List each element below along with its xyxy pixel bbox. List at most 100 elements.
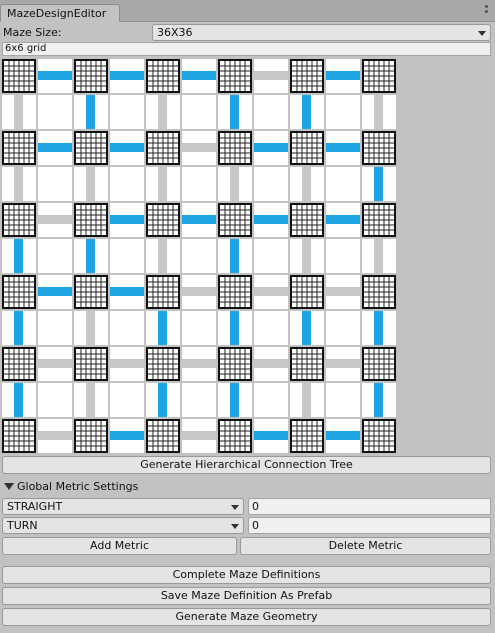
vertical-connection-toggle[interactable]	[146, 311, 180, 345]
vertical-connection-toggle[interactable]	[2, 383, 36, 417]
maze-node-cell[interactable]	[146, 203, 180, 237]
horizontal-connection-toggle[interactable]	[326, 275, 360, 309]
horizontal-connection-toggle[interactable]	[254, 347, 288, 381]
horizontal-connection-toggle[interactable]	[326, 347, 360, 381]
maze-node-cell[interactable]	[362, 59, 396, 93]
maze-node-cell[interactable]	[2, 275, 36, 309]
vertical-connection-toggle[interactable]	[2, 95, 36, 129]
vertical-connection-toggle[interactable]	[74, 167, 108, 201]
metric-value-field[interactable]: 0	[248, 517, 491, 534]
maze-node-cell[interactable]	[218, 131, 252, 165]
horizontal-connection-toggle[interactable]	[326, 203, 360, 237]
horizontal-connection-toggle[interactable]	[182, 59, 216, 93]
horizontal-connection-toggle[interactable]	[254, 275, 288, 309]
maze-node-cell[interactable]	[2, 203, 36, 237]
vertical-connection-toggle[interactable]	[218, 383, 252, 417]
vertical-connection-toggle[interactable]	[146, 383, 180, 417]
horizontal-connection-toggle[interactable]	[182, 131, 216, 165]
horizontal-connection-toggle[interactable]	[38, 275, 72, 309]
save-prefab-button[interactable]: Save Maze Definition As Prefab	[2, 587, 491, 605]
vertical-connection-toggle[interactable]	[146, 95, 180, 129]
horizontal-connection-toggle[interactable]	[182, 347, 216, 381]
horizontal-connection-toggle[interactable]	[38, 59, 72, 93]
horizontal-connection-toggle[interactable]	[182, 275, 216, 309]
maze-node-cell[interactable]	[290, 59, 324, 93]
vertical-connection-toggle[interactable]	[362, 311, 396, 345]
horizontal-connection-toggle[interactable]	[110, 131, 144, 165]
vertical-connection-toggle[interactable]	[2, 167, 36, 201]
global-metric-foldout[interactable]: Global Metric Settings	[4, 480, 138, 493]
maze-node-cell[interactable]	[362, 275, 396, 309]
generate-geometry-button[interactable]: Generate Maze Geometry	[2, 608, 491, 626]
maze-node-cell[interactable]	[290, 419, 324, 453]
vertical-connection-toggle[interactable]	[290, 383, 324, 417]
horizontal-connection-toggle[interactable]	[38, 419, 72, 453]
horizontal-connection-toggle[interactable]	[254, 419, 288, 453]
vertical-connection-toggle[interactable]	[290, 167, 324, 201]
maze-node-cell[interactable]	[146, 275, 180, 309]
maze-size-dropdown[interactable]: 36X36	[152, 24, 491, 41]
metric-type-dropdown[interactable]: STRAIGHT	[2, 498, 244, 515]
horizontal-connection-toggle[interactable]	[110, 59, 144, 93]
vertical-connection-toggle[interactable]	[146, 239, 180, 273]
maze-node-cell[interactable]	[74, 419, 108, 453]
maze-node-cell[interactable]	[2, 59, 36, 93]
vertical-connection-toggle[interactable]	[74, 383, 108, 417]
maze-node-cell[interactable]	[218, 59, 252, 93]
maze-node-cell[interactable]	[218, 275, 252, 309]
horizontal-connection-toggle[interactable]	[110, 275, 144, 309]
maze-node-cell[interactable]	[74, 59, 108, 93]
maze-node-cell[interactable]	[362, 347, 396, 381]
horizontal-connection-toggle[interactable]	[182, 419, 216, 453]
maze-node-cell[interactable]	[2, 131, 36, 165]
vertical-connection-toggle[interactable]	[362, 383, 396, 417]
horizontal-connection-toggle[interactable]	[110, 203, 144, 237]
vertical-connection-toggle[interactable]	[2, 239, 36, 273]
horizontal-connection-toggle[interactable]	[326, 131, 360, 165]
vertical-connection-toggle[interactable]	[146, 167, 180, 201]
maze-node-cell[interactable]	[74, 347, 108, 381]
maze-node-cell[interactable]	[290, 203, 324, 237]
vertical-connection-toggle[interactable]	[74, 311, 108, 345]
metric-value-field[interactable]: 0	[248, 498, 491, 515]
maze-node-cell[interactable]	[74, 131, 108, 165]
vertical-connection-toggle[interactable]	[218, 239, 252, 273]
tab-menu-icon[interactable]	[481, 2, 491, 18]
maze-node-cell[interactable]	[362, 131, 396, 165]
vertical-connection-toggle[interactable]	[218, 311, 252, 345]
horizontal-connection-toggle[interactable]	[254, 59, 288, 93]
horizontal-connection-toggle[interactable]	[38, 203, 72, 237]
horizontal-connection-toggle[interactable]	[38, 347, 72, 381]
horizontal-connection-toggle[interactable]	[326, 419, 360, 453]
vertical-connection-toggle[interactable]	[218, 95, 252, 129]
maze-node-cell[interactable]	[290, 131, 324, 165]
maze-node-cell[interactable]	[218, 419, 252, 453]
vertical-connection-toggle[interactable]	[362, 239, 396, 273]
vertical-connection-toggle[interactable]	[362, 167, 396, 201]
maze-node-cell[interactable]	[74, 203, 108, 237]
vertical-connection-toggle[interactable]	[74, 95, 108, 129]
editor-tab[interactable]: MazeDesignEditor	[0, 4, 120, 22]
vertical-connection-toggle[interactable]	[218, 167, 252, 201]
horizontal-connection-toggle[interactable]	[38, 131, 72, 165]
maze-node-cell[interactable]	[146, 419, 180, 453]
horizontal-connection-toggle[interactable]	[110, 419, 144, 453]
horizontal-connection-toggle[interactable]	[326, 59, 360, 93]
vertical-connection-toggle[interactable]	[362, 95, 396, 129]
horizontal-connection-toggle[interactable]	[182, 203, 216, 237]
maze-node-cell[interactable]	[362, 419, 396, 453]
horizontal-connection-toggle[interactable]	[254, 131, 288, 165]
horizontal-connection-toggle[interactable]	[254, 203, 288, 237]
delete-metric-button[interactable]: Delete Metric	[240, 537, 491, 555]
generate-tree-button[interactable]: Generate Hierarchical Connection Tree	[2, 456, 491, 474]
maze-node-cell[interactable]	[290, 347, 324, 381]
maze-node-cell[interactable]	[2, 419, 36, 453]
vertical-connection-toggle[interactable]	[290, 95, 324, 129]
horizontal-connection-toggle[interactable]	[110, 347, 144, 381]
vertical-connection-toggle[interactable]	[74, 239, 108, 273]
maze-node-cell[interactable]	[218, 203, 252, 237]
vertical-connection-toggle[interactable]	[2, 311, 36, 345]
vertical-connection-toggle[interactable]	[290, 239, 324, 273]
maze-node-cell[interactable]	[74, 275, 108, 309]
maze-node-cell[interactable]	[362, 203, 396, 237]
